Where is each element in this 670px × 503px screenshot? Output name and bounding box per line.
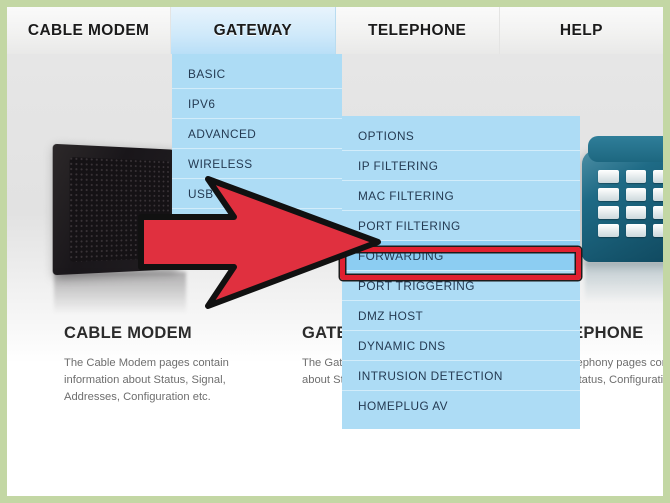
keypad-key	[653, 188, 663, 201]
keypad-key	[598, 206, 619, 219]
red-pointer-arrow-icon	[135, 175, 385, 310]
telephone-handset	[588, 136, 663, 162]
nav-tab-help[interactable]: HELP	[500, 7, 663, 54]
nav-tab-cable-modem[interactable]: CABLE MODEM	[7, 7, 172, 54]
keypad-key	[598, 170, 619, 183]
menu-item-ipv6[interactable]: IPV6	[172, 89, 342, 119]
menu-item-options[interactable]: OPTIONS	[342, 121, 580, 151]
keypad-key	[625, 170, 647, 183]
keypad-key	[653, 170, 663, 183]
router-admin-page: CABLE MODEM GATEWAY TELEPHONE HELP CABLE…	[7, 7, 663, 496]
main-navigation-bar: CABLE MODEM GATEWAY TELEPHONE HELP	[7, 7, 663, 54]
menu-item-intrusion-detection[interactable]: INTRUSION DETECTION	[342, 361, 580, 391]
menu-item-advanced[interactable]: ADVANCED	[172, 119, 342, 149]
keypad-key	[625, 224, 647, 237]
section-title-cable-modem: CABLE MODEM	[64, 324, 192, 342]
menu-item-basic[interactable]: BASIC	[172, 59, 342, 89]
keypad-key	[653, 224, 663, 237]
keypad-key	[625, 188, 647, 201]
keypad-key	[653, 206, 663, 219]
keypad-key	[625, 206, 647, 219]
menu-item-homeplug-av[interactable]: HOMEPLUG AV	[342, 391, 580, 421]
keypad-key	[598, 188, 619, 201]
telephone-keypad	[598, 170, 663, 237]
screenshot-root: CABLE MODEM GATEWAY TELEPHONE HELP CABLE…	[0, 0, 670, 503]
telephone-reflection	[585, 262, 663, 302]
telephone-image	[582, 136, 663, 262]
section-body-cable-modem: The Cable Modem pages contain informatio…	[64, 357, 229, 403]
nav-tab-telephone[interactable]: TELEPHONE	[336, 7, 500, 54]
keypad-key	[598, 224, 619, 237]
section-cable-modem: CABLE MODEM The Cable Modem pages contai…	[64, 324, 274, 406]
menu-item-dynamic-dns[interactable]: DYNAMIC DNS	[342, 331, 580, 361]
nav-tab-gateway[interactable]: GATEWAY	[171, 7, 336, 54]
